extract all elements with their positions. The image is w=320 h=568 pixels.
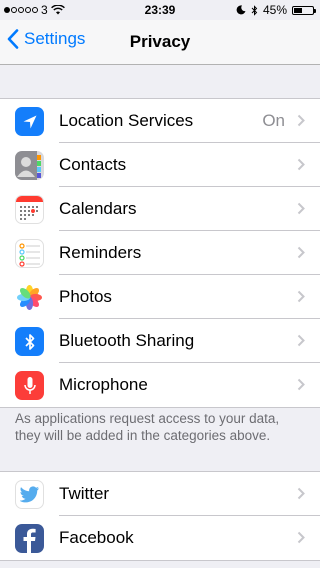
- microphone-row[interactable]: Microphone: [0, 363, 320, 407]
- chevron-right-icon: [297, 290, 305, 303]
- row-label: Bluetooth Sharing: [59, 331, 195, 350]
- chevron-right-icon: [297, 334, 305, 347]
- moon-icon: [236, 5, 246, 15]
- calendars-row[interactable]: Calendars: [0, 187, 320, 231]
- chevron-right-icon: [297, 114, 305, 127]
- page-title: Privacy: [129, 32, 191, 51]
- photos-row[interactable]: Photos: [0, 275, 320, 319]
- section-footer-note: As applications request access to your d…: [15, 411, 280, 443]
- row-label: Photos: [59, 287, 112, 306]
- reminders-row[interactable]: Reminders: [0, 231, 320, 275]
- microphone-icon: [15, 371, 44, 400]
- row-label: Twitter: [59, 484, 110, 503]
- status-right: 45%: [236, 3, 316, 17]
- bluetooth-sharing-row[interactable]: Bluetooth Sharing: [0, 319, 320, 363]
- location-arrow-icon: [15, 107, 44, 136]
- bluetooth-status-icon: [251, 4, 258, 16]
- battery-fill: [294, 7, 303, 13]
- row-value: On: [262, 111, 285, 130]
- chevron-right-icon: [297, 158, 305, 171]
- chevron-right-icon: [297, 378, 305, 391]
- twitter-row[interactable]: Twitter: [0, 472, 320, 516]
- photos-icon: [15, 283, 44, 312]
- chevron-right-icon: [297, 531, 305, 544]
- contacts-icon: [15, 151, 44, 180]
- row-label: Location Services: [59, 111, 194, 130]
- row-label: Facebook: [59, 528, 134, 547]
- chevron-right-icon: [297, 487, 305, 500]
- row-label: Contacts: [59, 155, 127, 174]
- battery-percent: 45%: [262, 3, 287, 17]
- row-label: Calendars: [59, 199, 137, 218]
- social-accounts-list: Twitter Facebook: [0, 471, 320, 561]
- battery-icon: [292, 5, 316, 15]
- facebook-row[interactable]: Facebook: [0, 516, 320, 560]
- calendar-icon: [15, 195, 44, 224]
- twitter-bird-icon: [15, 480, 44, 509]
- location-services-row[interactable]: Location Services On: [0, 99, 320, 143]
- chevron-right-icon: [297, 202, 305, 215]
- row-label: Microphone: [59, 375, 148, 394]
- contacts-row[interactable]: Contacts: [0, 143, 320, 187]
- facebook-f-icon: [15, 524, 44, 553]
- privacy-list: Location Services On Contacts Calendars …: [0, 98, 320, 408]
- row-label: Reminders: [59, 243, 142, 262]
- status-bar: 3 23:39 45%: [0, 0, 320, 20]
- reminders-icon: [15, 239, 44, 268]
- navigation-bar: Settings Privacy: [0, 20, 320, 65]
- chevron-right-icon: [297, 246, 305, 259]
- bluetooth-icon: [15, 327, 44, 356]
